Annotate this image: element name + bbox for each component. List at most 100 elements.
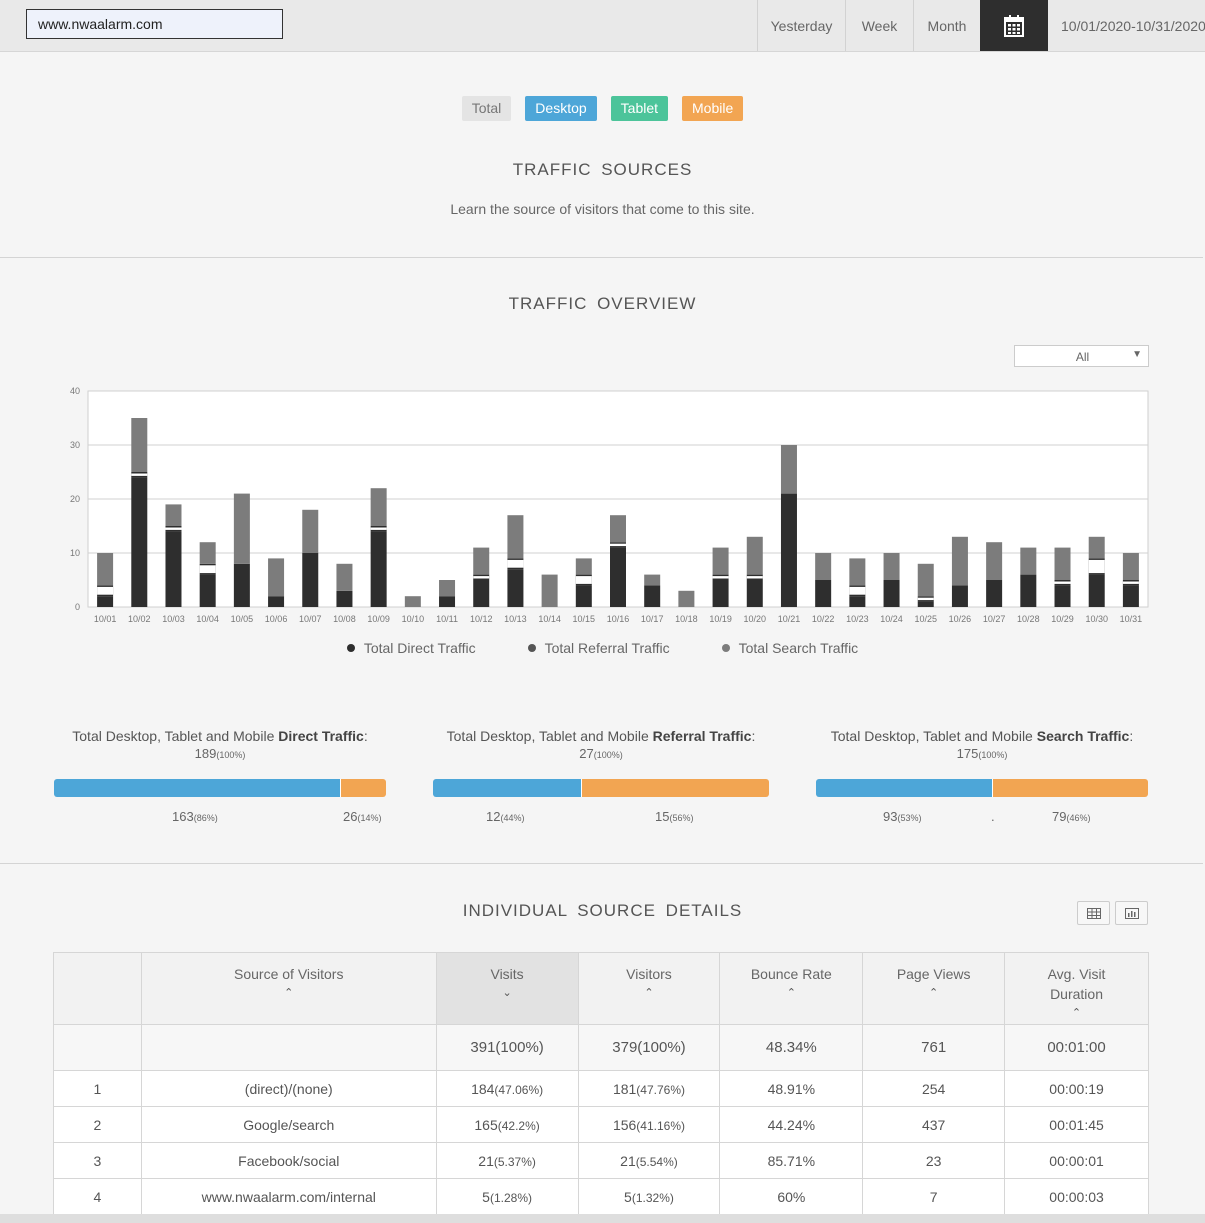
- table-row[interactable]: 2 Google/search 165(42.2%) 156(41.16%) 4…: [53, 1106, 1149, 1143]
- column-header-avg-visit-duration[interactable]: Avg. Visit Duration ⌃: [1004, 952, 1149, 1025]
- legend-dot-icon: [346, 644, 355, 652]
- column-header-page-views[interactable]: Page Views ⌃: [862, 952, 1006, 1025]
- legend-direct[interactable]: Total Direct Traffic: [346, 640, 476, 656]
- bar-direct: [370, 531, 387, 607]
- x-tick-label: 10/13: [504, 614, 527, 624]
- x-tick-label: 10/28: [1017, 614, 1040, 624]
- traffic-filter-select[interactable]: All ▼: [1014, 345, 1149, 367]
- y-tick-label: 20: [70, 494, 80, 504]
- bar-search: [439, 580, 456, 597]
- row-duration: 00:01:45: [1004, 1106, 1149, 1143]
- chart-view-button[interactable]: [1115, 901, 1148, 925]
- date-range-selector: Yesterday Week Month 10/01/2020-10/31/20…: [757, 0, 1205, 51]
- bar-direct: [1088, 574, 1105, 607]
- range-yesterday-button[interactable]: Yesterday: [757, 0, 845, 51]
- x-tick-label: 10/08: [333, 614, 356, 624]
- calendar-button[interactable]: [980, 0, 1048, 51]
- desktop-segment: [433, 779, 581, 797]
- mobile-segment: [580, 779, 769, 797]
- bar-search: [644, 574, 661, 586]
- horizontal-scrollbar[interactable]: [0, 1214, 1205, 1223]
- column-header-visits[interactable]: Visits ⌄: [435, 952, 579, 1025]
- bar-direct: [780, 493, 797, 607]
- row-bounce-rate: 44.24%: [719, 1106, 864, 1143]
- row-page-views: 437: [862, 1106, 1006, 1143]
- date-range-label: 10/01/2020-10/31/2020: [1061, 17, 1205, 34]
- total-label: Total Desktop, Tablet and Mobile Search …: [830, 728, 1134, 744]
- column-header-index: [53, 952, 142, 1025]
- table-row[interactable]: 4 www.nwaalarm.com/internal 5(1.28%) 5(1…: [53, 1178, 1149, 1215]
- bar-referral-inner: [507, 559, 524, 568]
- legend-referral[interactable]: Total Referral Traffic: [527, 640, 670, 656]
- bar-referral-inner: [849, 586, 866, 595]
- bar-direct: [336, 590, 353, 607]
- sort-up-icon: ⌃: [284, 987, 294, 999]
- bar-referral-inner: [370, 527, 387, 530]
- bar-direct: [746, 580, 763, 607]
- y-tick-label: 10: [70, 548, 80, 558]
- range-month-button[interactable]: Month: [913, 0, 980, 51]
- table-header-row: Source of Visitors ⌃ Visits ⌄ Visitors ⌃ Bo…: [53, 952, 1149, 1025]
- row-index: 1: [53, 1070, 142, 1107]
- total-value: 27(100%): [579, 746, 623, 761]
- table-row[interactable]: 3 Facebook/social 21(5.37%) 21(5.54%) 85…: [53, 1142, 1149, 1179]
- x-tick-label: 10/03: [162, 614, 185, 624]
- traffic-overview-chart: 0 10 20 30 40 10/01 10/02 10/03 10/04 10/05 10/06 1…: [70, 386, 1149, 624]
- bar-referral-inner: [1054, 581, 1071, 584]
- row-duration: 00:00:01: [1004, 1142, 1149, 1179]
- y-tick-label: 0: [75, 602, 80, 612]
- row-page-views: 254: [862, 1070, 1006, 1107]
- column-header-visitors[interactable]: Visitors ⌃: [577, 952, 721, 1025]
- legend-label: Total Search Traffic: [738, 640, 859, 656]
- bar-direct: [439, 596, 456, 607]
- row-source: www.nwaalarm.com/internal: [140, 1178, 437, 1215]
- x-tick-label: 10/19: [709, 614, 732, 624]
- bar-referral-inner: [917, 597, 934, 601]
- tab-mobile[interactable]: Mobile: [682, 96, 744, 121]
- row-bounce-rate: 85.71%: [719, 1142, 864, 1179]
- row-visitors: 21(5.54%): [577, 1142, 721, 1179]
- bar-search: [712, 547, 729, 575]
- bar-direct: [1054, 585, 1071, 607]
- bar-direct: [644, 585, 661, 607]
- source-details-table: Source of Visitors ⌃ Visits ⌄ Visitors ⌃ Bo…: [53, 952, 1149, 1215]
- x-tick-label: 10/06: [265, 614, 288, 624]
- table-row[interactable]: 1 (direct)/(none) 184(47.06%) 181(47.76%…: [53, 1070, 1149, 1107]
- row-index: 4: [53, 1178, 142, 1215]
- x-tick-label: 10/16: [607, 614, 630, 624]
- referral-traffic-split-bar: [433, 779, 769, 797]
- row-page-views: 23: [862, 1142, 1006, 1179]
- legend-search[interactable]: Total Search Traffic: [721, 640, 859, 656]
- range-week-button[interactable]: Week: [845, 0, 913, 51]
- table-view-button[interactable]: [1077, 901, 1110, 925]
- mobile-segment: [339, 779, 386, 797]
- chevron-down-icon: ▼: [1132, 349, 1142, 360]
- bar-search: [746, 536, 763, 575]
- column-header-bounce-rate[interactable]: Bounce Rate ⌃: [719, 952, 864, 1025]
- sort-up-icon: ⌃: [786, 987, 796, 999]
- bar-referral-inner: [97, 586, 114, 595]
- bar-search: [575, 558, 592, 575]
- legend-dot-icon: [527, 644, 536, 652]
- bar-search: [678, 590, 695, 607]
- bar-referral-inner: [1122, 581, 1139, 584]
- bar-referral-inner: [610, 543, 626, 547]
- row-bounce-rate: 60%: [719, 1178, 864, 1215]
- desktop-value: 93(53%): [883, 809, 922, 824]
- bar-direct: [712, 580, 729, 607]
- column-header-source[interactable]: Source of Visitors ⌃: [140, 952, 437, 1025]
- tab-desktop[interactable]: Desktop: [525, 96, 597, 121]
- bar-direct: [199, 574, 216, 607]
- tab-tablet[interactable]: Tablet: [610, 96, 669, 121]
- bar-direct: [302, 553, 319, 607]
- bar-search: [1088, 536, 1105, 559]
- site-url-input[interactable]: [26, 9, 283, 39]
- chart-legend: Total Direct Traffic Total Referral Traf…: [0, 640, 1205, 656]
- bar-search: [849, 558, 866, 586]
- bar-direct: [986, 580, 1003, 607]
- bar-direct: [268, 596, 285, 607]
- bar-search: [883, 553, 900, 580]
- tab-total[interactable]: Total: [461, 96, 512, 121]
- row-bounce-rate: 48.91%: [719, 1070, 864, 1107]
- x-tick-label: 10/31: [1120, 614, 1143, 624]
